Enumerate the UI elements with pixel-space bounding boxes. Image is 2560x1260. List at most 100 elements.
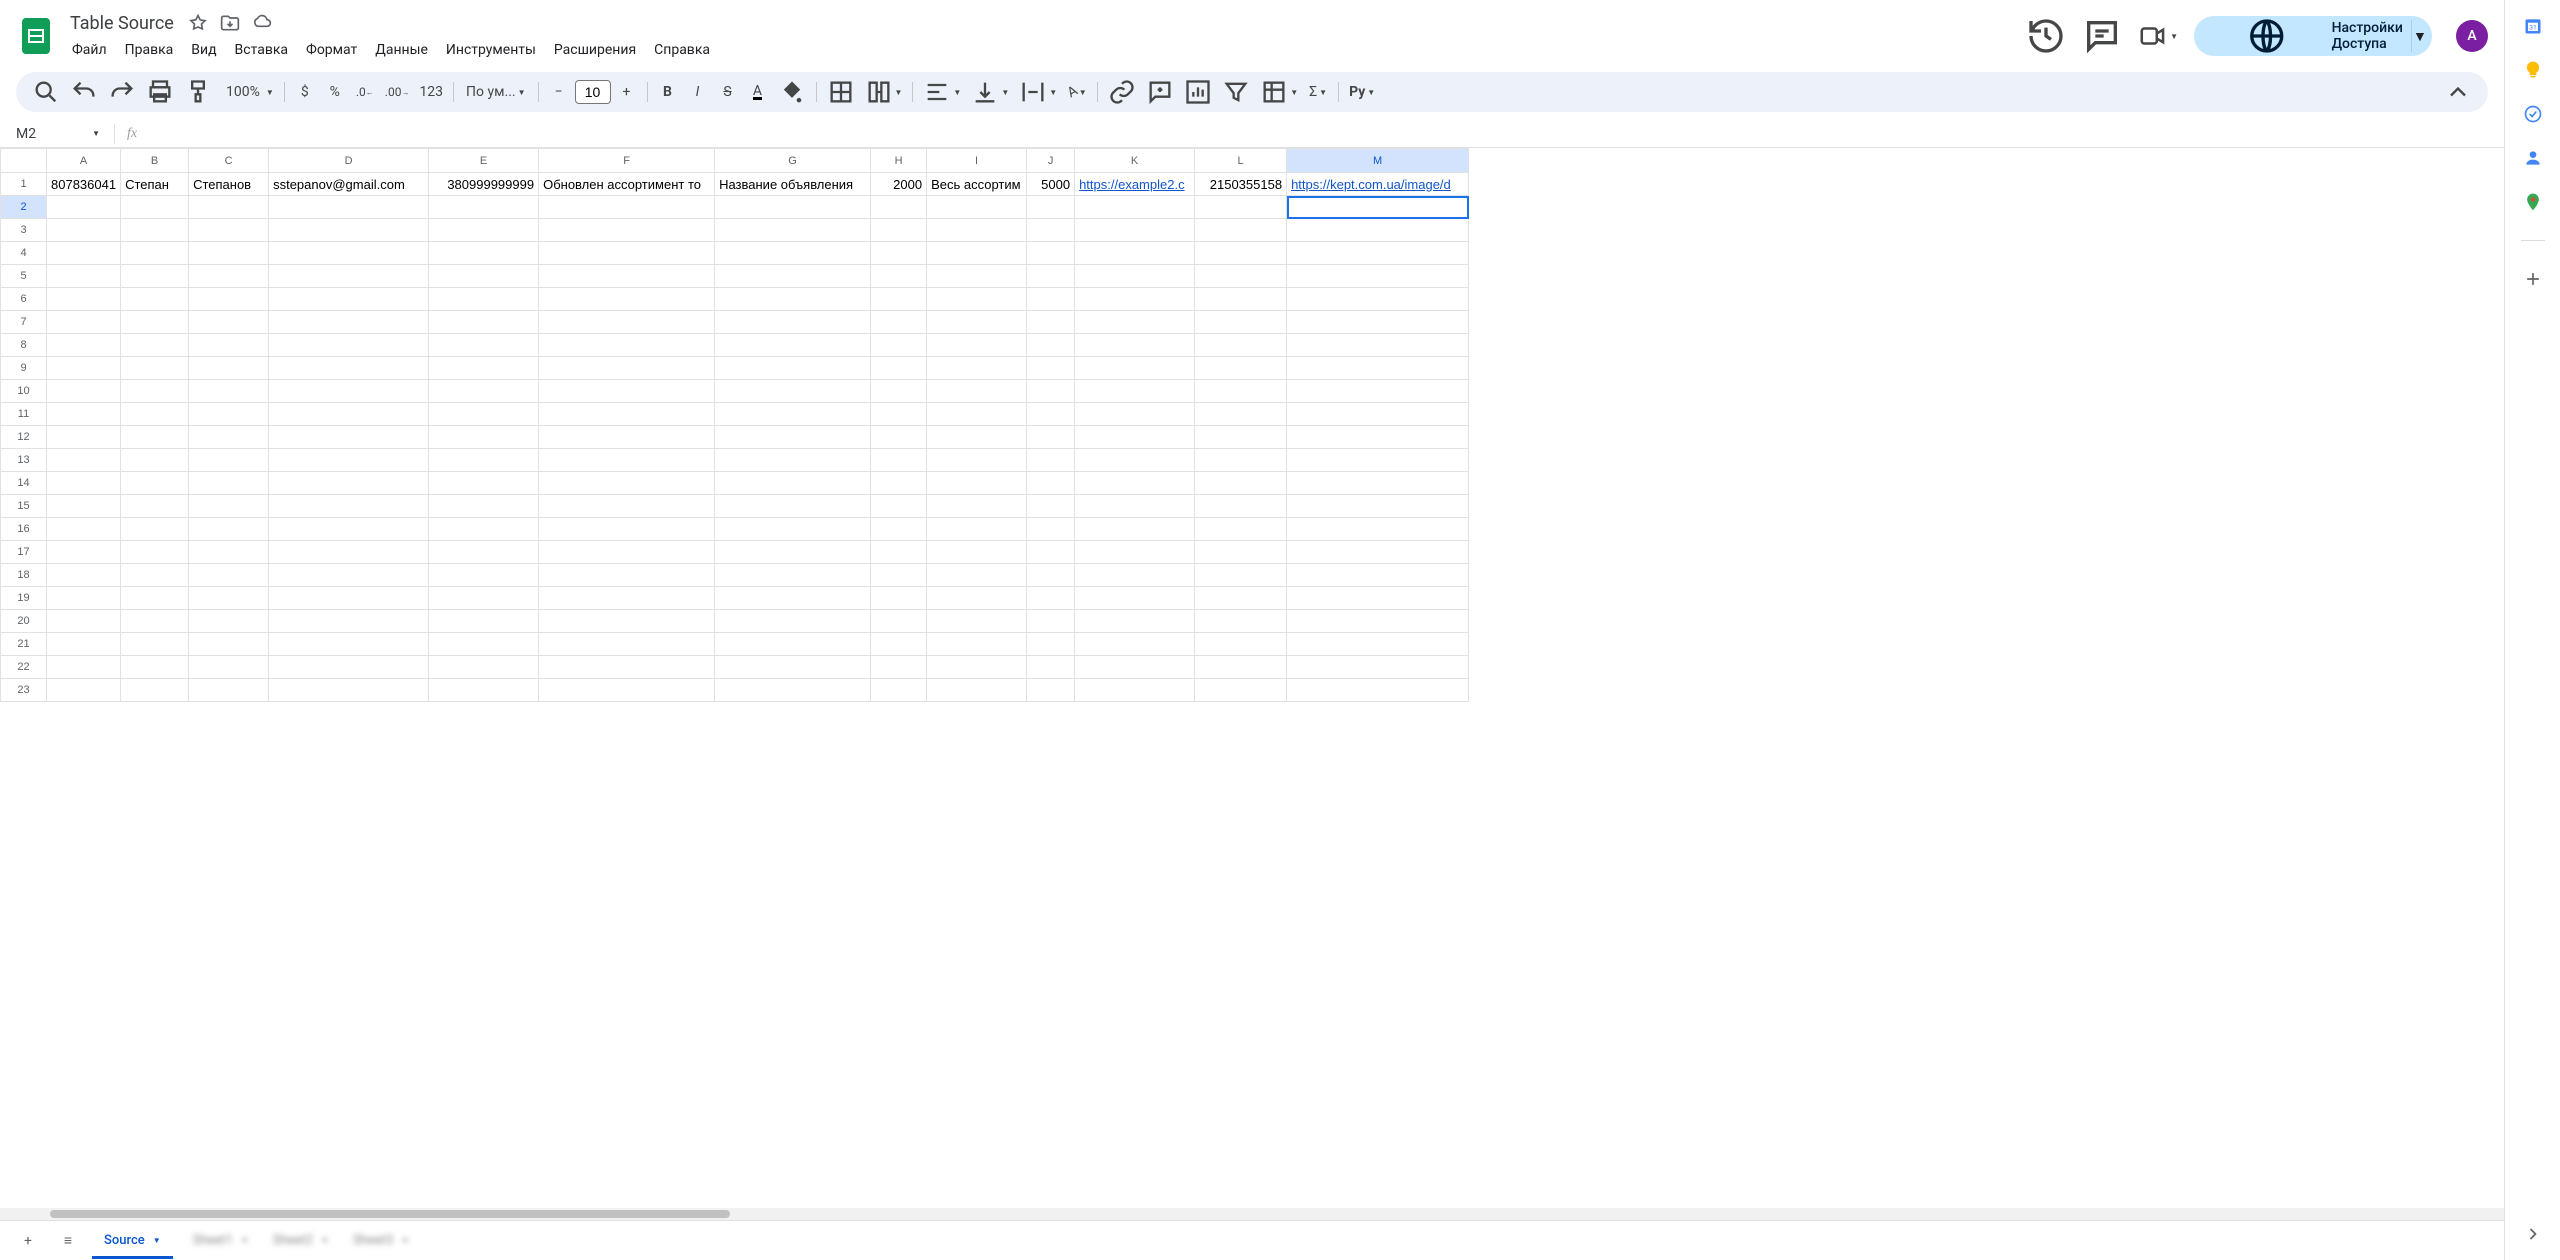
cell[interactable] (1075, 403, 1195, 426)
cell[interactable] (1075, 219, 1195, 242)
row-header[interactable]: 16 (1, 518, 47, 541)
cell[interactable] (1195, 334, 1287, 357)
cell[interactable] (1287, 311, 1469, 334)
cell[interactable] (1287, 242, 1469, 265)
cell[interactable] (927, 541, 1027, 564)
cell[interactable] (269, 426, 429, 449)
cell[interactable] (871, 679, 927, 702)
cell[interactable] (47, 242, 121, 265)
cell[interactable]: https://kept.com.ua/image/d (1287, 173, 1469, 196)
cell[interactable] (1287, 541, 1469, 564)
row-header[interactable]: 6 (1, 288, 47, 311)
cell[interactable] (1027, 449, 1075, 472)
cell[interactable] (1195, 656, 1287, 679)
cell[interactable] (1287, 380, 1469, 403)
cell[interactable] (927, 288, 1027, 311)
cell[interactable] (1195, 518, 1287, 541)
cell[interactable] (1027, 587, 1075, 610)
cell[interactable] (1195, 242, 1287, 265)
maps-icon[interactable] (2523, 192, 2543, 212)
cell[interactable] (1027, 403, 1075, 426)
cell[interactable]: 2000 (871, 173, 927, 196)
cell[interactable] (121, 564, 189, 587)
col-header-E[interactable]: E (429, 149, 539, 173)
cell[interactable] (1287, 196, 1469, 219)
cell[interactable] (539, 495, 715, 518)
row-header[interactable]: 23 (1, 679, 47, 702)
cell[interactable] (121, 449, 189, 472)
cell[interactable] (189, 242, 269, 265)
menu-вид[interactable]: Вид (183, 38, 224, 62)
row-header[interactable]: 15 (1, 495, 47, 518)
cell[interactable] (871, 403, 927, 426)
all-sheets-icon[interactable]: ≡ (52, 1225, 84, 1257)
cell[interactable] (1287, 495, 1469, 518)
wrap-icon[interactable]: ▼ (1015, 78, 1061, 106)
cell[interactable] (1195, 564, 1287, 587)
cell[interactable] (47, 219, 121, 242)
cell[interactable] (1027, 242, 1075, 265)
cell[interactable] (189, 449, 269, 472)
cell[interactable] (871, 311, 927, 334)
col-header-H[interactable]: H (871, 149, 927, 173)
cell[interactable] (47, 518, 121, 541)
get-addons-icon[interactable] (2523, 269, 2543, 289)
cell[interactable] (121, 403, 189, 426)
cell[interactable] (715, 472, 871, 495)
cell[interactable] (47, 679, 121, 702)
cell[interactable] (715, 265, 871, 288)
cell[interactable] (1287, 472, 1469, 495)
row-header[interactable]: 7 (1, 311, 47, 334)
comments-icon[interactable] (2082, 16, 2122, 56)
cell[interactable] (1027, 288, 1075, 311)
cell[interactable] (1195, 311, 1287, 334)
cell[interactable] (269, 656, 429, 679)
increase-decimal-icon[interactable]: .00→ (381, 78, 414, 106)
cell[interactable] (121, 265, 189, 288)
cell[interactable] (1075, 587, 1195, 610)
col-header-C[interactable]: C (189, 149, 269, 173)
cell[interactable] (1075, 495, 1195, 518)
currency-icon[interactable]: $ (291, 78, 319, 106)
cell[interactable] (1075, 311, 1195, 334)
cell[interactable] (269, 518, 429, 541)
cell[interactable] (121, 495, 189, 518)
cell[interactable] (871, 472, 927, 495)
cell[interactable]: Степанов (189, 173, 269, 196)
merge-cells-icon[interactable]: ▼ (861, 78, 907, 106)
cell[interactable]: sstepanov@gmail.com (269, 173, 429, 196)
cell[interactable] (927, 472, 1027, 495)
cell[interactable] (927, 265, 1027, 288)
cell[interactable] (269, 242, 429, 265)
cell[interactable] (1287, 633, 1469, 656)
cell[interactable] (1075, 656, 1195, 679)
zoom-select[interactable]: 100%▼ (218, 78, 278, 106)
cell[interactable] (47, 403, 121, 426)
cell[interactable] (429, 633, 539, 656)
cell[interactable] (47, 334, 121, 357)
cell[interactable] (1075, 288, 1195, 311)
cell[interactable] (871, 426, 927, 449)
col-header-B[interactable]: B (121, 149, 189, 173)
cell[interactable] (121, 518, 189, 541)
insert-chart-icon[interactable] (1180, 78, 1216, 106)
row-header[interactable]: 10 (1, 380, 47, 403)
italic-icon[interactable]: I (684, 78, 712, 106)
collapse-toolbar-icon[interactable] (2440, 78, 2476, 106)
keep-icon[interactable] (2523, 60, 2543, 80)
table-view-icon[interactable]: ▼ (1256, 78, 1302, 106)
col-header-G[interactable]: G (715, 149, 871, 173)
cell[interactable] (1075, 334, 1195, 357)
sheet-tab-active[interactable]: Source▼ (92, 1223, 173, 1259)
cell[interactable] (715, 495, 871, 518)
cell[interactable] (1195, 288, 1287, 311)
fill-color-icon[interactable] (774, 78, 810, 106)
row-header[interactable]: 14 (1, 472, 47, 495)
sheets-logo[interactable] (16, 16, 56, 56)
cell[interactable] (1287, 610, 1469, 633)
cell[interactable] (429, 265, 539, 288)
cell[interactable] (871, 219, 927, 242)
cell[interactable] (927, 564, 1027, 587)
cell[interactable] (715, 403, 871, 426)
rotate-text-icon[interactable]: A▼ (1063, 78, 1091, 106)
